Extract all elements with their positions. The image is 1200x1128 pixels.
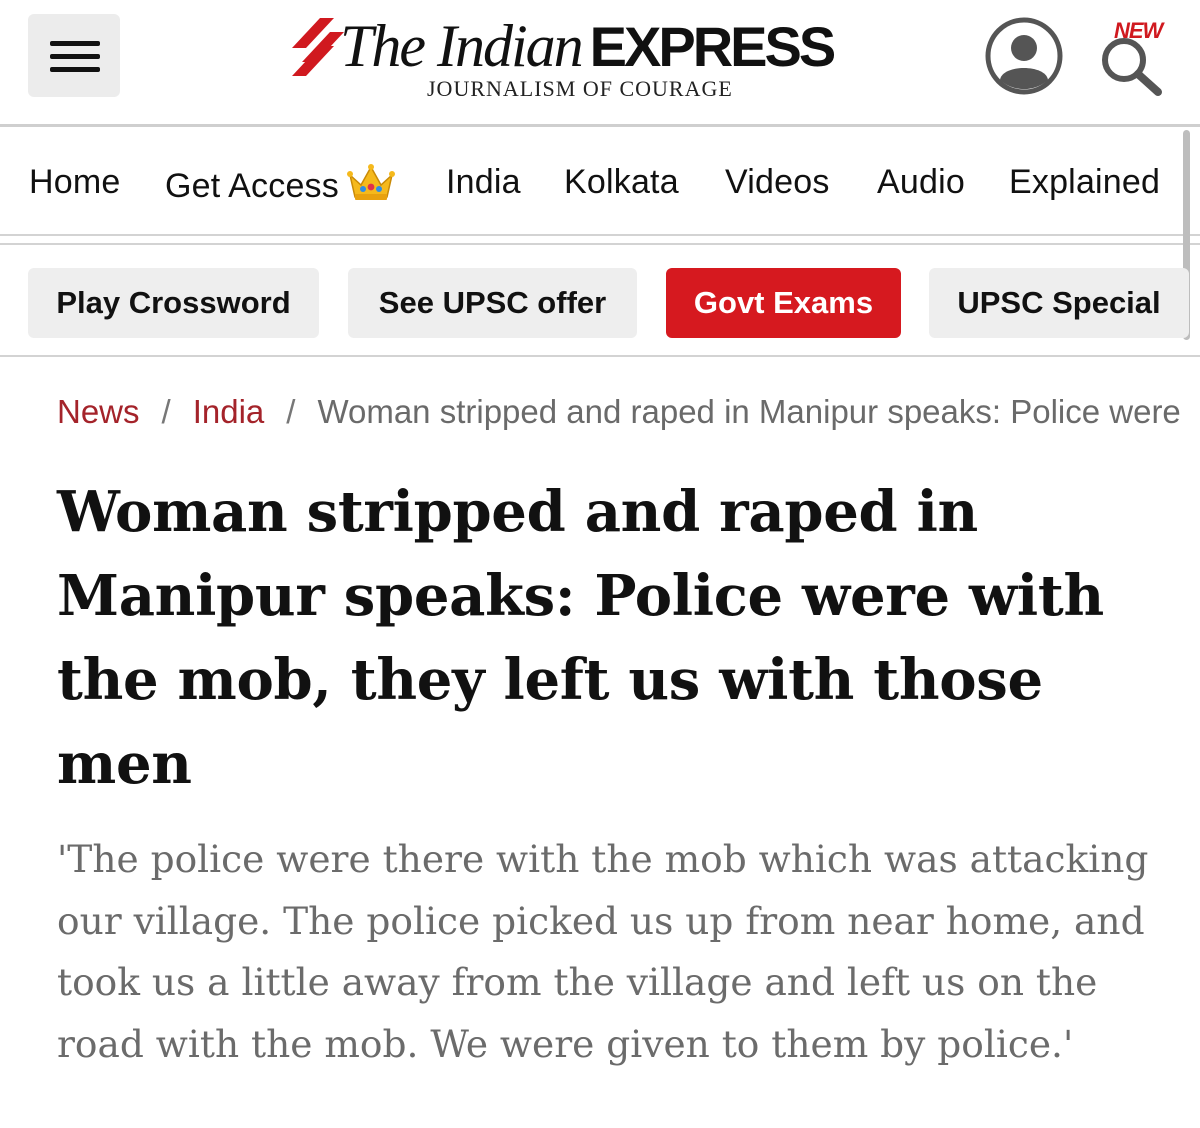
search-button[interactable]: NEW (1096, 18, 1166, 96)
upsc-special-button[interactable]: UPSC Special (929, 268, 1189, 338)
nav-item-get-access-label: Get Access (165, 167, 339, 205)
account-icon[interactable] (984, 16, 1064, 96)
logo-wordmark-suffix: EXPRESS (589, 15, 837, 78)
play-crossword-button[interactable]: Play Crossword (28, 268, 319, 338)
site-header: The Indian EXPRESS JOURNALISM OF COURAGE … (0, 0, 1200, 126)
site-logo[interactable]: The Indian EXPRESS JOURNALISM OF COURAGE (290, 10, 870, 105)
menu-icon-bar (50, 41, 100, 46)
nav-item-videos[interactable]: Videos (725, 163, 830, 202)
main-nav: Home Get Access India Kolkata Videos Aud… (0, 127, 1200, 235)
nav-item-kolkata[interactable]: Kolkata (564, 163, 679, 202)
breadcrumb: News / India / Woman stripped and raped in M… (57, 390, 1187, 434)
menu-icon-bar (50, 54, 100, 59)
breadcrumb-separator: / (161, 393, 171, 430)
article-headline: Woman stripped and raped in Manipur spea… (57, 479, 1104, 797)
chips-divider (0, 355, 1200, 357)
breadcrumb-separator: / (286, 393, 296, 430)
breadcrumb-india[interactable]: India (193, 393, 265, 430)
nav-item-explained[interactable]: Explained (1009, 163, 1160, 202)
logo-tagline: JOURNALISM OF COURAGE (427, 76, 733, 101)
crown-icon (346, 164, 395, 200)
search-icon (1102, 38, 1162, 96)
nav-item-audio[interactable]: Audio (877, 163, 965, 202)
article-standfirst: 'The police were there with the mob whic… (57, 837, 1149, 1066)
nav-divider (0, 243, 1200, 245)
breadcrumb-current: Woman stripped and raped in Manipur spea… (317, 393, 1187, 430)
hamburger-menu-button[interactable] (28, 14, 120, 97)
govt-exams-button[interactable]: Govt Exams (666, 268, 901, 338)
nav-item-home[interactable]: Home (29, 163, 121, 202)
see-upsc-offer-button[interactable]: See UPSC offer (348, 268, 637, 338)
nav-item-india[interactable]: India (446, 163, 521, 202)
breadcrumb-news[interactable]: News (57, 393, 140, 430)
logo-wordmark-prefix: The Indian (340, 13, 584, 79)
menu-icon-bar (50, 67, 100, 72)
nav-divider (0, 234, 1200, 236)
nav-item-get-access[interactable]: Get Access (165, 163, 395, 206)
